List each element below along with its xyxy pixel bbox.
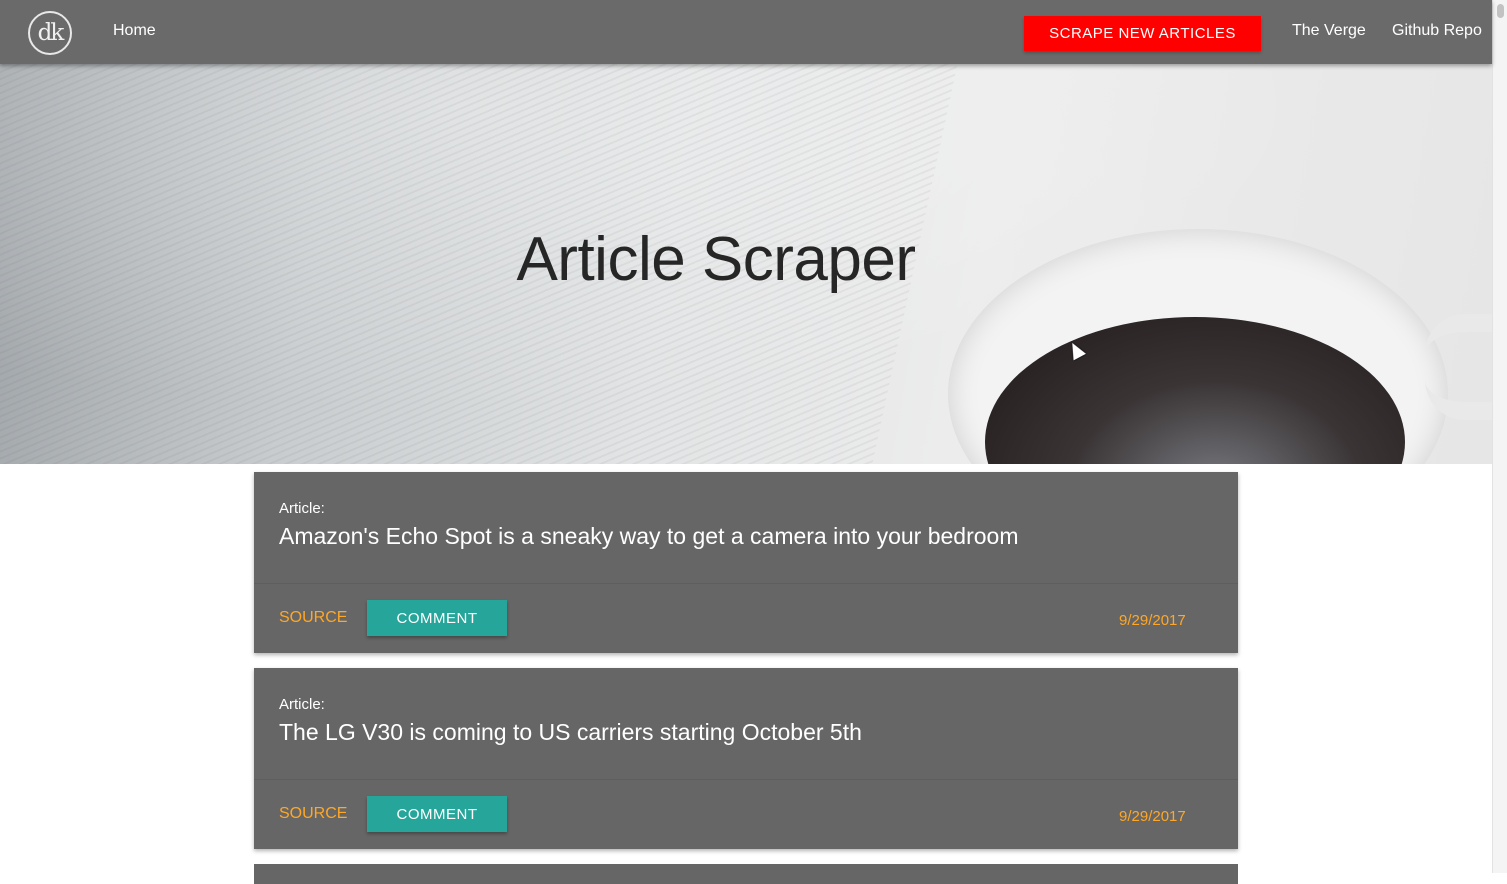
logo[interactable]: dk (28, 11, 72, 55)
comment-button[interactable]: COMMENT (367, 796, 507, 832)
source-link[interactable]: SOURCE (279, 609, 347, 627)
article-card: Article: The LG V30 is coming to US carr… (254, 668, 1238, 849)
article-label: Article: (279, 500, 325, 517)
scrape-new-articles-button[interactable]: SCRAPE NEW ARTICLES (1024, 16, 1261, 51)
article-title: The LG V30 is coming to US carriers star… (279, 719, 862, 745)
scrollbar-thumb[interactable] (1497, 4, 1504, 18)
article-card-body: Article: Amazon's Echo Spot is a sneaky … (254, 472, 1238, 584)
article-date: 9/29/2017 (1119, 808, 1186, 825)
scrollbar[interactable] (1492, 0, 1507, 873)
nav-the-verge-link[interactable]: The Verge (1292, 22, 1366, 40)
article-label: Article: (279, 696, 325, 713)
nav-home-link[interactable]: Home (113, 22, 156, 40)
article-card-partial (254, 864, 1238, 884)
article-date: 9/29/2017 (1119, 612, 1186, 629)
comment-button[interactable]: COMMENT (367, 600, 507, 636)
hero-banner: Article Scraper (0, 64, 1492, 464)
article-title: Amazon's Echo Spot is a sneaky way to ge… (279, 523, 1019, 549)
article-card: Article: Amazon's Echo Spot is a sneaky … (254, 472, 1238, 653)
navbar: dk Home SCRAPE NEW ARTICLES The Verge Gi… (0, 0, 1492, 64)
hero-cup-handle (1425, 314, 1492, 420)
page-title: Article Scraper (516, 225, 916, 294)
source-link[interactable]: SOURCE (279, 805, 347, 823)
nav-github-repo-link[interactable]: Github Repo (1392, 22, 1482, 40)
article-card-body: Article: The LG V30 is coming to US carr… (254, 668, 1238, 780)
